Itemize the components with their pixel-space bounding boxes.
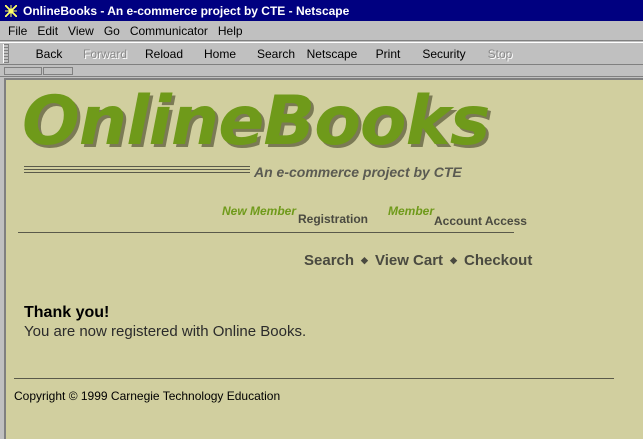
back-button[interactable]: Back xyxy=(29,47,69,61)
menu-bar: File Edit View Go Communicator Help xyxy=(0,21,643,41)
navigation-toolbar: Back Forward Reload Home Search Netscape… xyxy=(0,42,643,65)
netscape-icon xyxy=(4,4,18,18)
menu-view[interactable]: View xyxy=(68,24,94,38)
account-access-link[interactable]: Account Access xyxy=(434,214,527,228)
window-title: OnlineBooks - An e-commerce project by C… xyxy=(23,3,350,18)
menu-file[interactable]: File xyxy=(8,24,27,38)
footer-divider xyxy=(14,378,614,379)
diamond-separator-icon: ◆ xyxy=(361,255,368,265)
menu-go[interactable]: Go xyxy=(104,24,120,38)
diamond-separator-icon: ◆ xyxy=(450,255,457,265)
search-button[interactable]: Search xyxy=(253,47,299,61)
menu-edit[interactable]: Edit xyxy=(37,24,58,38)
toolbar-collapse-tab[interactable] xyxy=(43,67,73,75)
search-link[interactable]: Search xyxy=(304,252,354,269)
registration-link[interactable]: Registration xyxy=(298,212,368,226)
copyright-text: Copyright © 1999 Carnegie Technology Edu… xyxy=(14,389,281,403)
stop-button[interactable]: Stop xyxy=(477,47,523,61)
toolbar-grip-handle[interactable] xyxy=(3,44,9,63)
window-title-bar: OnlineBooks - An e-commerce project by C… xyxy=(0,0,643,21)
tagline: An e-commerce project by CTE xyxy=(254,164,462,180)
menu-help[interactable]: Help xyxy=(218,24,243,38)
shop-nav: Search ◆ View Cart ◆ Checkout xyxy=(304,252,532,269)
print-button[interactable]: Print xyxy=(365,47,411,61)
member-link[interactable]: Member xyxy=(388,204,434,218)
forward-button[interactable]: Forward xyxy=(69,47,141,61)
netscape-button[interactable]: Netscape xyxy=(299,47,365,61)
view-cart-link[interactable]: View Cart xyxy=(375,252,443,269)
logo-underline-rules xyxy=(24,166,250,175)
home-button[interactable]: Home xyxy=(187,47,253,61)
page-content: OnlineBooks An e-commerce project by CTE… xyxy=(4,78,643,439)
toolbar-collapse-tab[interactable] xyxy=(4,67,42,75)
registration-message: You are now registered with Online Books… xyxy=(24,323,307,340)
divider xyxy=(18,232,514,233)
onlinebooks-logo: OnlineBooks xyxy=(22,82,490,161)
menu-communicator[interactable]: Communicator xyxy=(130,24,208,38)
security-button[interactable]: Security xyxy=(411,47,477,61)
new-member-link[interactable]: New Member xyxy=(222,204,296,218)
reload-button[interactable]: Reload xyxy=(141,47,187,61)
checkout-link[interactable]: Checkout xyxy=(464,252,532,269)
thank-you-heading: Thank you! xyxy=(24,304,110,321)
location-strip xyxy=(0,65,643,77)
